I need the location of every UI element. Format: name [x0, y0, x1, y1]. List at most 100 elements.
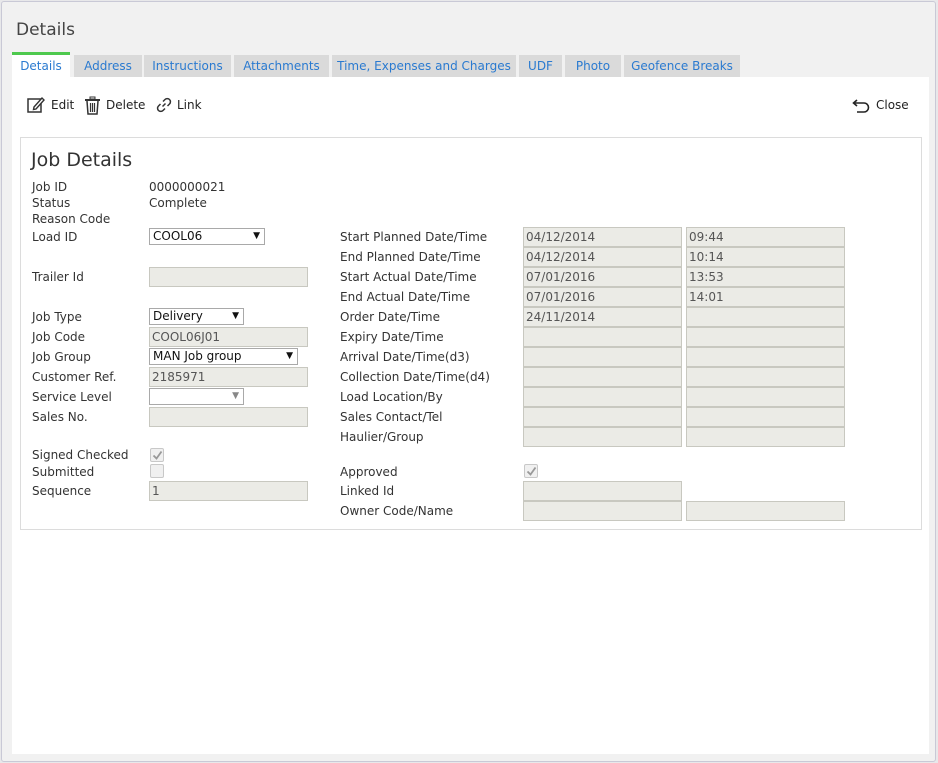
window-title: Details: [16, 20, 75, 40]
end-actual-date-field[interactable]: 07/01/2016: [523, 287, 682, 307]
load-id-label: Load ID: [32, 230, 78, 244]
job-code-label: Job Code: [32, 330, 86, 344]
submitted-checkbox[interactable]: [150, 464, 164, 478]
checkmark-icon: [152, 450, 163, 460]
close-button[interactable]: Close: [852, 95, 909, 115]
order-date-label: Order Date/Time: [340, 310, 441, 324]
order-time-field[interactable]: [686, 307, 845, 327]
tab-instructions[interactable]: Instructions: [144, 55, 231, 77]
job-type-select[interactable]: Delivery ▼: [149, 308, 244, 325]
job-id-label: Job ID: [32, 180, 68, 194]
dropdown-arrow-icon: ▼: [232, 391, 239, 401]
trash-icon: [85, 96, 100, 115]
tab-content: Edit Delete Link Close Job Details Job I…: [12, 77, 929, 754]
close-label: Close: [876, 98, 909, 112]
sequence-field[interactable]: 1: [149, 481, 308, 501]
start-actual-date-field[interactable]: 07/01/2016: [523, 267, 682, 287]
approved-label: Approved: [340, 465, 398, 479]
end-planned-time-field[interactable]: 10:14: [686, 247, 845, 267]
tab-attachments[interactable]: Attachments: [234, 55, 329, 77]
tab-udf[interactable]: UDF: [519, 55, 562, 77]
linked-id-field[interactable]: [523, 481, 682, 501]
tab-geofence-breaks[interactable]: Geofence Breaks: [624, 55, 740, 77]
dropdown-arrow-icon: ▼: [286, 351, 293, 361]
sequence-label: Sequence: [32, 484, 92, 498]
load-id-value: COOL06: [153, 229, 203, 243]
link-label: Link: [177, 98, 202, 112]
signed-checked-label: Signed Checked: [32, 448, 129, 462]
customer-ref-field[interactable]: 2185971: [149, 367, 308, 387]
tab-time-expenses-charges[interactable]: Time, Expenses and Charges: [332, 55, 516, 77]
sales-tel-field[interactable]: [686, 407, 845, 427]
collection-time-field[interactable]: [686, 367, 845, 387]
linked-id-label: Linked Id: [340, 484, 395, 498]
tab-details[interactable]: Details: [12, 52, 70, 78]
arrival-date-field[interactable]: [523, 347, 682, 367]
job-code-field[interactable]: COOL06J01: [149, 327, 308, 347]
arrival-date-label: Arrival Date/Time(d3): [340, 350, 470, 364]
start-planned-label: Start Planned Date/Time: [340, 230, 488, 244]
dropdown-arrow-icon: ▼: [232, 311, 239, 321]
tab-photo[interactable]: Photo: [565, 55, 621, 77]
end-planned-date-field[interactable]: 04/12/2014: [523, 247, 682, 267]
reason-code-label: Reason Code: [32, 212, 111, 226]
owner-name-field[interactable]: [686, 501, 845, 521]
arrival-time-field[interactable]: [686, 347, 845, 367]
details-window: Details Details Address Instructions Att…: [1, 1, 936, 762]
expiry-time-field[interactable]: [686, 327, 845, 347]
owner-code-field[interactable]: [523, 501, 682, 521]
load-location-field[interactable]: [523, 387, 682, 407]
checkmark-icon: [526, 466, 537, 476]
trailer-id-label: Trailer Id: [32, 270, 84, 284]
trailer-id-field[interactable]: [149, 267, 308, 287]
job-type-value: Delivery: [153, 309, 203, 323]
haulier-group-field[interactable]: [686, 427, 845, 447]
status-label: Status: [32, 196, 71, 210]
start-planned-date-field[interactable]: 04/12/2014: [523, 227, 682, 247]
order-date-field[interactable]: 24/11/2014: [523, 307, 682, 327]
load-location-label: Load Location/By: [340, 390, 443, 404]
dropdown-arrow-icon: ▼: [253, 231, 260, 241]
start-actual-time-field[interactable]: 13:53: [686, 267, 845, 287]
owner-code-label: Owner Code/Name: [340, 504, 454, 518]
status-value: Complete: [149, 196, 207, 210]
sales-no-field[interactable]: [149, 407, 308, 427]
job-group-label: Job Group: [32, 350, 91, 364]
end-actual-label: End Actual Date/Time: [340, 290, 471, 304]
approved-checkbox[interactable]: [524, 464, 538, 478]
expiry-date-label: Expiry Date/Time: [340, 330, 444, 344]
link-button[interactable]: Link: [156, 95, 202, 115]
job-id-value: 0000000021: [149, 180, 226, 194]
edit-icon: [27, 96, 45, 113]
start-planned-time-field[interactable]: 09:44: [686, 227, 845, 247]
haulier-field[interactable]: [523, 427, 682, 447]
load-id-select[interactable]: COOL06 ▼: [149, 228, 265, 245]
expiry-date-field[interactable]: [523, 327, 682, 347]
undo-arrow-icon: [852, 99, 870, 113]
collection-date-field[interactable]: [523, 367, 682, 387]
submitted-label: Submitted: [32, 465, 95, 479]
load-by-field[interactable]: [686, 387, 845, 407]
end-planned-label: End Planned Date/Time: [340, 250, 481, 264]
start-actual-label: Start Actual Date/Time: [340, 270, 477, 284]
job-details-panel: Job Details Job ID 0000000021 Status Com…: [20, 137, 922, 530]
service-level-select[interactable]: ▼: [149, 388, 244, 405]
job-group-value: MAN Job group: [153, 349, 242, 363]
collection-date-label: Collection Date/Time(d4): [340, 370, 490, 384]
edit-label: Edit: [51, 98, 75, 112]
panel-title: Job Details: [31, 149, 133, 171]
customer-ref-label: Customer Ref.: [32, 370, 117, 384]
haulier-label: Haulier/Group: [340, 430, 424, 444]
job-type-label: Job Type: [32, 310, 82, 324]
tab-address[interactable]: Address: [74, 55, 142, 77]
sales-contact-field[interactable]: [523, 407, 682, 427]
end-actual-time-field[interactable]: 14:01: [686, 287, 845, 307]
signed-checked-checkbox[interactable]: [150, 448, 164, 462]
edit-button[interactable]: Edit: [27, 95, 74, 115]
sales-contact-label: Sales Contact/Tel: [340, 410, 443, 424]
link-icon: [156, 97, 172, 113]
delete-button[interactable]: Delete: [84, 95, 145, 115]
sales-no-label: Sales No.: [32, 410, 88, 424]
delete-label: Delete: [106, 98, 146, 112]
job-group-select[interactable]: MAN Job group ▼: [149, 348, 298, 365]
